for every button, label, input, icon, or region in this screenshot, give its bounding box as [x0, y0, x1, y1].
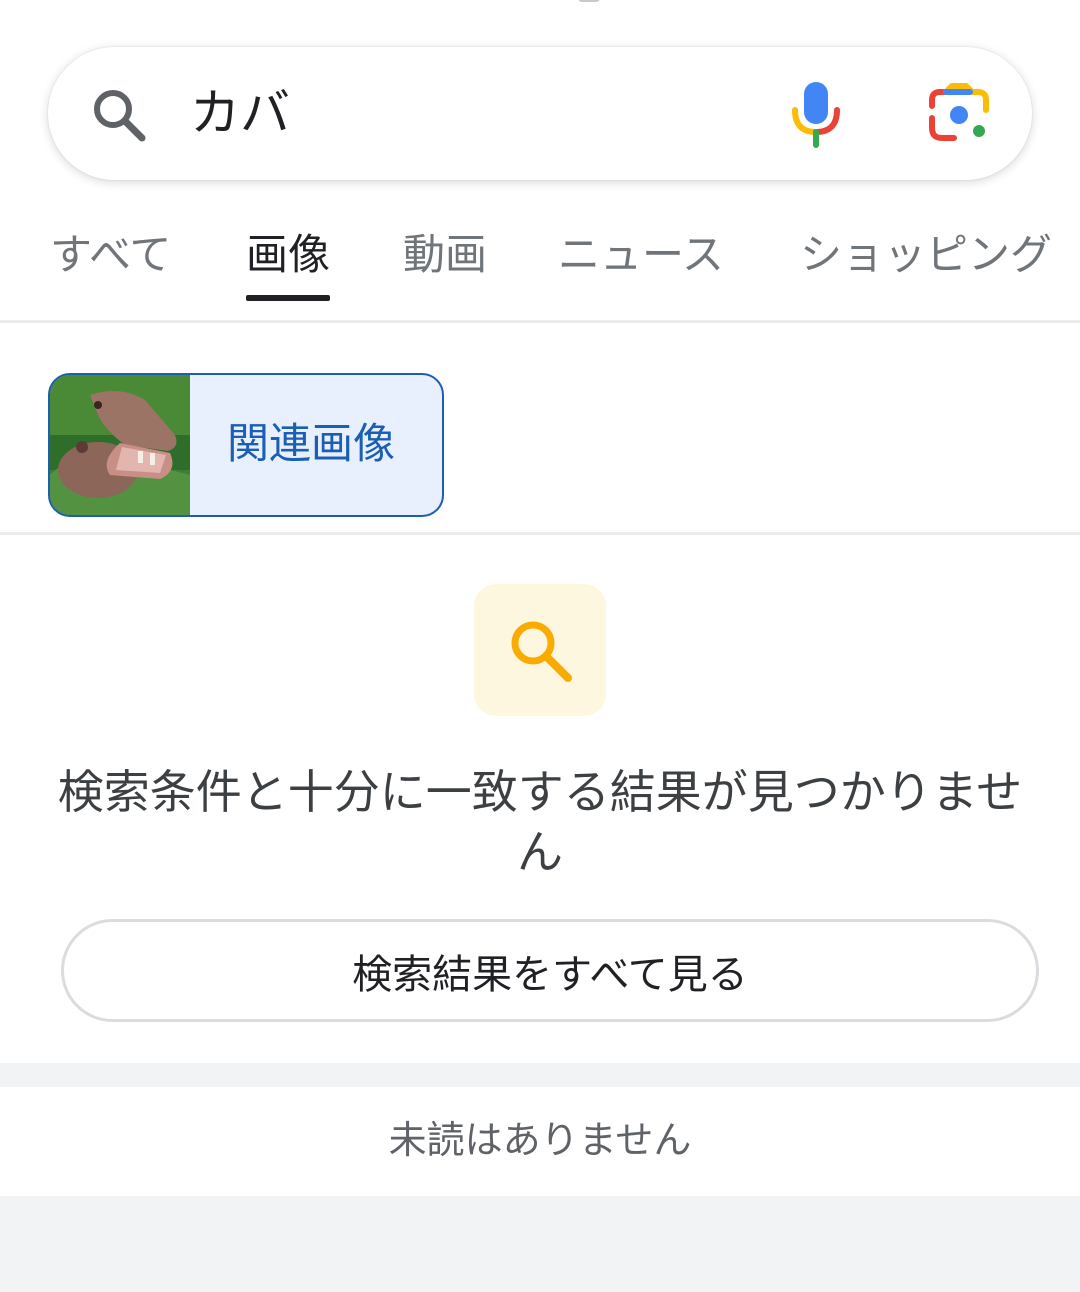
section-separator: [0, 1063, 1080, 1087]
tab-all[interactable]: すべて: [50, 224, 171, 286]
tab-shopping[interactable]: ショッピング: [800, 224, 1052, 286]
divider: [0, 532, 1080, 535]
top-indicator: [578, 0, 600, 2]
search-icon[interactable]: [88, 84, 148, 144]
tab-videos[interactable]: 動画: [403, 224, 487, 286]
related-images-label: 関連画像: [227, 419, 396, 468]
google-lens-icon[interactable]: [926, 82, 992, 148]
search-icon: [511, 621, 572, 682]
search-input[interactable]: カバ: [190, 78, 290, 148]
divider: [0, 320, 1080, 323]
show-all-results-button[interactable]: 検索結果をすべて見る: [61, 919, 1039, 1022]
tab-images[interactable]: 画像: [246, 224, 330, 286]
bottom-background: [0, 1196, 1080, 1292]
tab-bar: すべて 画像 動画 ニュース ショッピング: [0, 220, 1080, 320]
hippo-thumbnail: [50, 375, 190, 515]
related-images-chip[interactable]: 関連画像: [48, 373, 444, 517]
tab-news[interactable]: ニュース: [558, 224, 724, 286]
unread-status-text: 未読はありません: [388, 1118, 692, 1162]
mic-icon[interactable]: [788, 80, 844, 148]
no-results-icon-container: [474, 584, 606, 716]
active-tab-indicator: [246, 295, 330, 301]
no-results-message: 検索条件と十分に一致する結果が見つかりません: [57, 765, 1023, 879]
